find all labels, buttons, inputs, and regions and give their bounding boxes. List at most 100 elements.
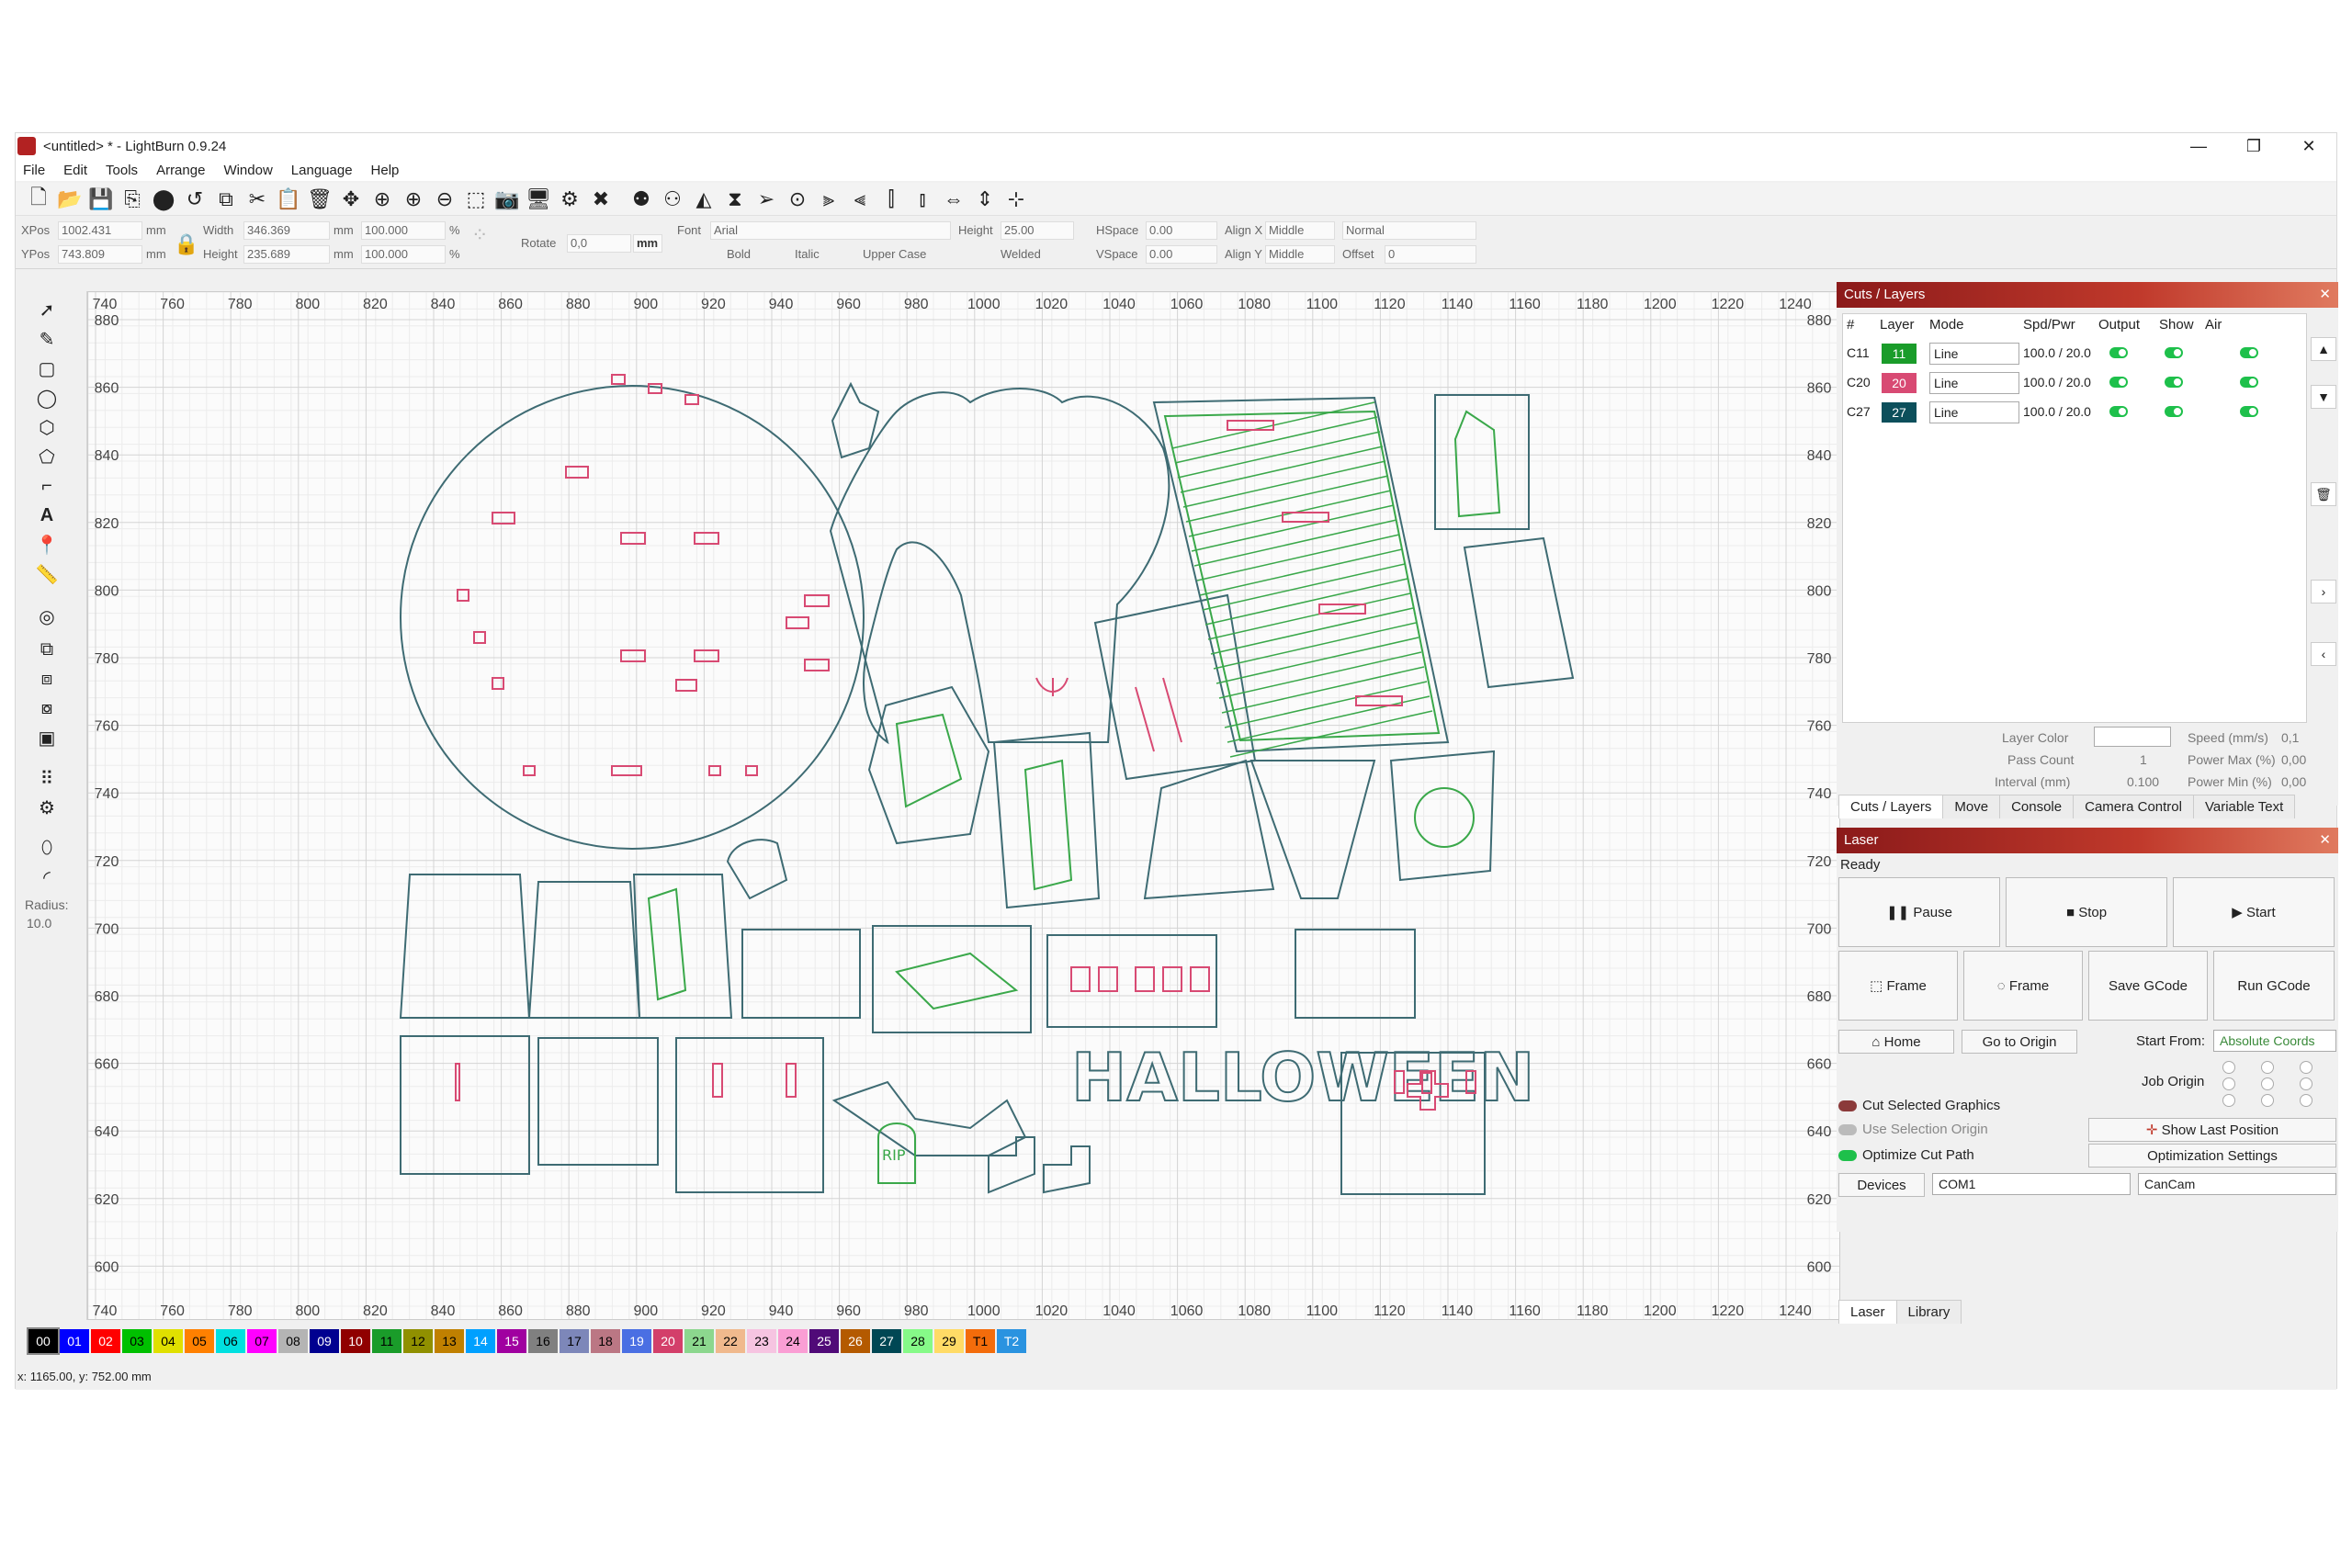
menu-tools[interactable]: Tools — [106, 163, 138, 178]
collapse-left-icon[interactable]: ‹ — [2311, 642, 2336, 666]
palette-swatch-28[interactable]: 28 — [903, 1329, 933, 1353]
upper-case-toggle[interactable]: Upper Case — [863, 247, 926, 261]
ypos-input[interactable]: 743.809 — [58, 245, 142, 264]
move-layer-up-icon[interactable]: ▲ — [2311, 337, 2336, 361]
monitor-icon[interactable]: 🖥 — [525, 186, 552, 213]
palette-swatch-T2[interactable]: T2 — [997, 1329, 1026, 1353]
menu-file[interactable]: File — [23, 163, 45, 178]
position-laser-icon[interactable]: 📍 — [34, 532, 60, 558]
boolean-intersect-icon[interactable]: ▣ — [34, 725, 60, 750]
paste-icon[interactable]: 📋 — [275, 186, 302, 213]
italic-toggle[interactable]: Italic — [795, 247, 820, 261]
rectangle-icon[interactable]: ▢ — [34, 355, 60, 381]
use-selection-origin-toggle[interactable]: Use Selection Origin — [1838, 1122, 1988, 1137]
palette-swatch-07[interactable]: 07 — [247, 1329, 277, 1353]
palette-swatch-05[interactable]: 05 — [185, 1329, 214, 1353]
height-input[interactable]: 235.689 — [243, 245, 330, 264]
expand-right-icon[interactable]: › — [2311, 580, 2336, 604]
origin-radio-bl[interactable] — [2222, 1094, 2235, 1107]
palette-swatch-02[interactable]: 02 — [91, 1329, 120, 1353]
frame-circle-button[interactable]: ◌ Frame — [1963, 951, 2083, 1021]
tab-move[interactable]: Move — [1942, 795, 2001, 818]
palette-swatch-25[interactable]: 25 — [809, 1329, 839, 1353]
origin-radio-tl[interactable] — [2222, 1061, 2235, 1074]
draw-lines-icon[interactable]: ⬠ — [34, 444, 60, 469]
output-toggle[interactable] — [2109, 406, 2128, 417]
origin-radio-mc[interactable] — [2261, 1077, 2274, 1090]
maximize-button[interactable]: ❐ — [2226, 133, 2281, 159]
layer-color-swatch[interactable] — [2094, 727, 2171, 747]
zoom-out-icon[interactable]: ⊖ — [431, 186, 458, 213]
laser-close-icon[interactable]: ✕ — [2319, 828, 2331, 853]
palette-swatch-08[interactable]: 08 — [278, 1329, 308, 1353]
hspace-input[interactable]: 0.00 — [1146, 221, 1217, 240]
palette-swatch-11[interactable]: 11 — [372, 1329, 401, 1353]
anchor-grid-icon[interactable]: ⁘ — [471, 223, 488, 247]
menu-arrange[interactable]: Arrange — [156, 163, 205, 178]
ungroup-icon[interactable]: ⚇ — [659, 186, 686, 213]
design-canvas[interactable]: 740 740 760 760 780 780 800 800 820 820 840 840 860 8… — [87, 291, 1840, 1320]
origin-radio-br[interactable] — [2300, 1094, 2312, 1107]
speed-input[interactable]: 0,1 — [2281, 730, 2299, 745]
start-from-select[interactable]: Absolute Coords — [2213, 1030, 2336, 1052]
palette-swatch-T1[interactable]: T1 — [966, 1329, 995, 1353]
palette-swatch-00[interactable]: 00 — [27, 1327, 60, 1355]
devices-button[interactable]: Devices — [1838, 1173, 1925, 1197]
cut-icon[interactable]: ✂ — [243, 186, 271, 213]
menu-window[interactable]: Window — [223, 163, 272, 178]
use-selection-origin-switch[interactable] — [1838, 1123, 1857, 1135]
palette-swatch-06[interactable]: 06 — [216, 1329, 245, 1353]
power-min-input[interactable]: 0,00 — [2281, 774, 2306, 789]
font-height-input[interactable]: 25.00 — [1001, 221, 1074, 240]
space-v-icon[interactable]: ⇕ — [971, 186, 999, 213]
offset-shapes-icon[interactable]: ◎ — [34, 604, 60, 629]
boolean-union-icon[interactable]: ⧈ — [34, 666, 60, 692]
workspace-svg[interactable]: 740 740 760 760 780 780 800 800 820 820 840 840 860 8… — [88, 292, 1840, 1320]
camera-icon[interactable]: 📷 — [493, 186, 521, 213]
measure-icon[interactable]: ⌐ — [34, 473, 60, 499]
palette-swatch-09[interactable]: 09 — [310, 1329, 339, 1353]
show-toggle[interactable] — [2165, 347, 2183, 358]
power-max-input[interactable]: 0,00 — [2281, 752, 2306, 767]
palette-swatch-21[interactable]: 21 — [684, 1329, 714, 1353]
boolean-subtract-icon[interactable]: ⧇ — [34, 695, 60, 721]
ellipse-icon[interactable]: ◯ — [34, 385, 60, 411]
zoom-fit-icon[interactable]: ⊕ — [368, 186, 396, 213]
zoom-select-icon[interactable]: ⬚ — [462, 186, 490, 213]
palette-swatch-29[interactable]: 29 — [934, 1329, 964, 1353]
palette-swatch-04[interactable]: 04 — [153, 1329, 183, 1353]
start-button[interactable]: ▶ Start — [2173, 877, 2335, 947]
tab-console[interactable]: Console — [1999, 795, 2075, 818]
palette-swatch-15[interactable]: 15 — [497, 1329, 526, 1353]
palette-swatch-23[interactable]: 23 — [747, 1329, 776, 1353]
save-icon[interactable]: 💾 — [87, 186, 115, 213]
cut-selected-switch[interactable] — [1838, 1100, 1857, 1111]
palette-swatch-27[interactable]: 27 — [872, 1329, 901, 1353]
grid-array-icon[interactable]: ⠿ — [34, 765, 60, 791]
mirror-h-icon[interactable]: ◭ — [690, 186, 718, 213]
import-icon[interactable]: ⬤ — [150, 186, 177, 213]
layer-color-chip[interactable]: 27 — [1882, 402, 1917, 423]
xpos-input[interactable]: 1002.431 — [58, 221, 142, 240]
tab-camera-control[interactable]: Camera Control — [2073, 795, 2194, 818]
select-arrow-icon[interactable]: ➚ — [34, 297, 60, 322]
layer-row-c27[interactable]: C27 27 Line 100.0 / 20.0 — [1843, 399, 2306, 426]
show-toggle[interactable] — [2165, 406, 2183, 417]
palette-swatch-12[interactable]: 12 — [403, 1329, 433, 1353]
air-toggle[interactable] — [2240, 347, 2258, 358]
close-button[interactable]: ✕ — [2281, 133, 2336, 159]
pass-count-input[interactable]: 1 — [2140, 752, 2147, 767]
origin-radio-mr[interactable] — [2300, 1077, 2312, 1090]
frame-button[interactable]: ⬚ Frame — [1838, 951, 1958, 1021]
bold-toggle[interactable]: Bold — [727, 247, 751, 261]
air-toggle[interactable] — [2240, 377, 2258, 388]
show-last-position-button[interactable]: ✛ Show Last Position — [2088, 1118, 2336, 1142]
air-toggle[interactable] — [2240, 406, 2258, 417]
align-middle-icon[interactable]: ⫷ — [846, 186, 874, 213]
layer-mode-select[interactable]: Line — [1929, 401, 2019, 423]
palette-swatch-16[interactable]: 16 — [528, 1329, 558, 1353]
scale-y-input[interactable]: 100.000 — [361, 245, 446, 264]
group-icon[interactable]: ⚉ — [628, 186, 655, 213]
palette-swatch-13[interactable]: 13 — [435, 1329, 464, 1353]
go-to-origin-button[interactable]: Go to Origin — [1962, 1030, 2077, 1054]
